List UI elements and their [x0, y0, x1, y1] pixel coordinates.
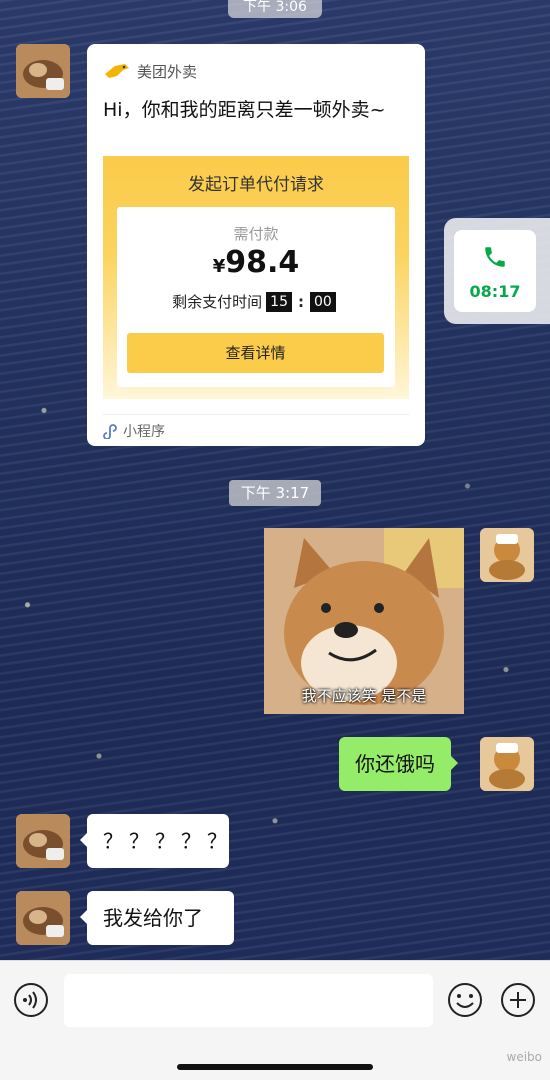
call-duration: 08:17 [469, 282, 521, 301]
amount-value: 98.4 [225, 245, 300, 280]
need-pay-label: 需付款 [233, 225, 279, 243]
received-message-text: ？？？？？ [103, 829, 233, 853]
contact-avatar[interactable] [16, 891, 70, 945]
sticker-caption: 我不应该笑 是不是 [301, 687, 427, 705]
contact-avatar[interactable] [16, 44, 70, 98]
pay-details: 需付款 ¥98.4 剩余支付时间 15 : 00 查看详情 [117, 207, 395, 387]
sent-message[interactable]: 你还饿吗 [339, 737, 458, 791]
pay-request-panel: 发起订单代付请求 需付款 ¥98.4 剩余支付时间 15 : 00 查看详情 [103, 156, 409, 399]
remaining-minutes: 15 [266, 291, 292, 312]
card-source: 美团外卖 [137, 62, 198, 81]
remaining-time-label: 剩余支付时间 [172, 293, 263, 311]
top-timestamp: 下午 3:06 [228, 0, 322, 18]
voice-icon[interactable] [12, 981, 50, 1019]
emoji-icon[interactable] [446, 981, 484, 1019]
meituan-logo-icon [105, 64, 129, 78]
remaining-time: 剩余支付时间 15 : 00 [117, 291, 395, 312]
chat-input-bar [0, 960, 550, 1080]
time-separator: : [298, 292, 304, 311]
shiba-sticker[interactable]: 我不应该笑 是不是 [264, 528, 464, 714]
bubble-tail [80, 909, 88, 925]
remaining-seconds: 00 [310, 291, 336, 312]
received-message-text: 我发给你了 [103, 906, 203, 930]
plus-icon[interactable] [499, 981, 537, 1019]
card-divider [103, 414, 409, 415]
received-message[interactable]: 我发给你了 [80, 891, 234, 945]
view-details-button[interactable]: 查看详情 [127, 333, 384, 373]
phone-icon [485, 247, 505, 267]
mini-program-icon [103, 424, 117, 439]
message-input[interactable] [64, 974, 433, 1027]
watermark: weibo [506, 1050, 543, 1064]
sent-message-text: 你还饿吗 [355, 752, 435, 776]
mini-program-label: 小程序 [123, 424, 165, 440]
currency-symbol: ¥ [212, 256, 226, 277]
voice-call-record[interactable]: 08:17 [444, 218, 550, 324]
self-avatar[interactable] [480, 737, 534, 791]
mini-program-footer: 小程序 [103, 421, 165, 441]
meituan-pay-card[interactable]: 美团外卖 Hi，你和我的距离只差一顿外卖~ 发起订单代付请求 需付款 ¥98.4… [87, 44, 425, 446]
pay-request-title: 发起订单代付请求 [188, 175, 324, 195]
home-indicator[interactable] [177, 1064, 373, 1070]
bubble-tail [450, 755, 458, 771]
self-avatar[interactable] [480, 528, 534, 582]
bubble-tail [80, 832, 88, 848]
received-message[interactable]: ？？？？？ [80, 814, 229, 868]
contact-avatar[interactable] [16, 814, 70, 868]
message-timestamp: 下午 3:17 [229, 480, 321, 506]
card-title: Hi，你和我的距离只差一顿外卖~ [103, 99, 386, 121]
pay-amount: ¥98.4 [117, 245, 395, 280]
